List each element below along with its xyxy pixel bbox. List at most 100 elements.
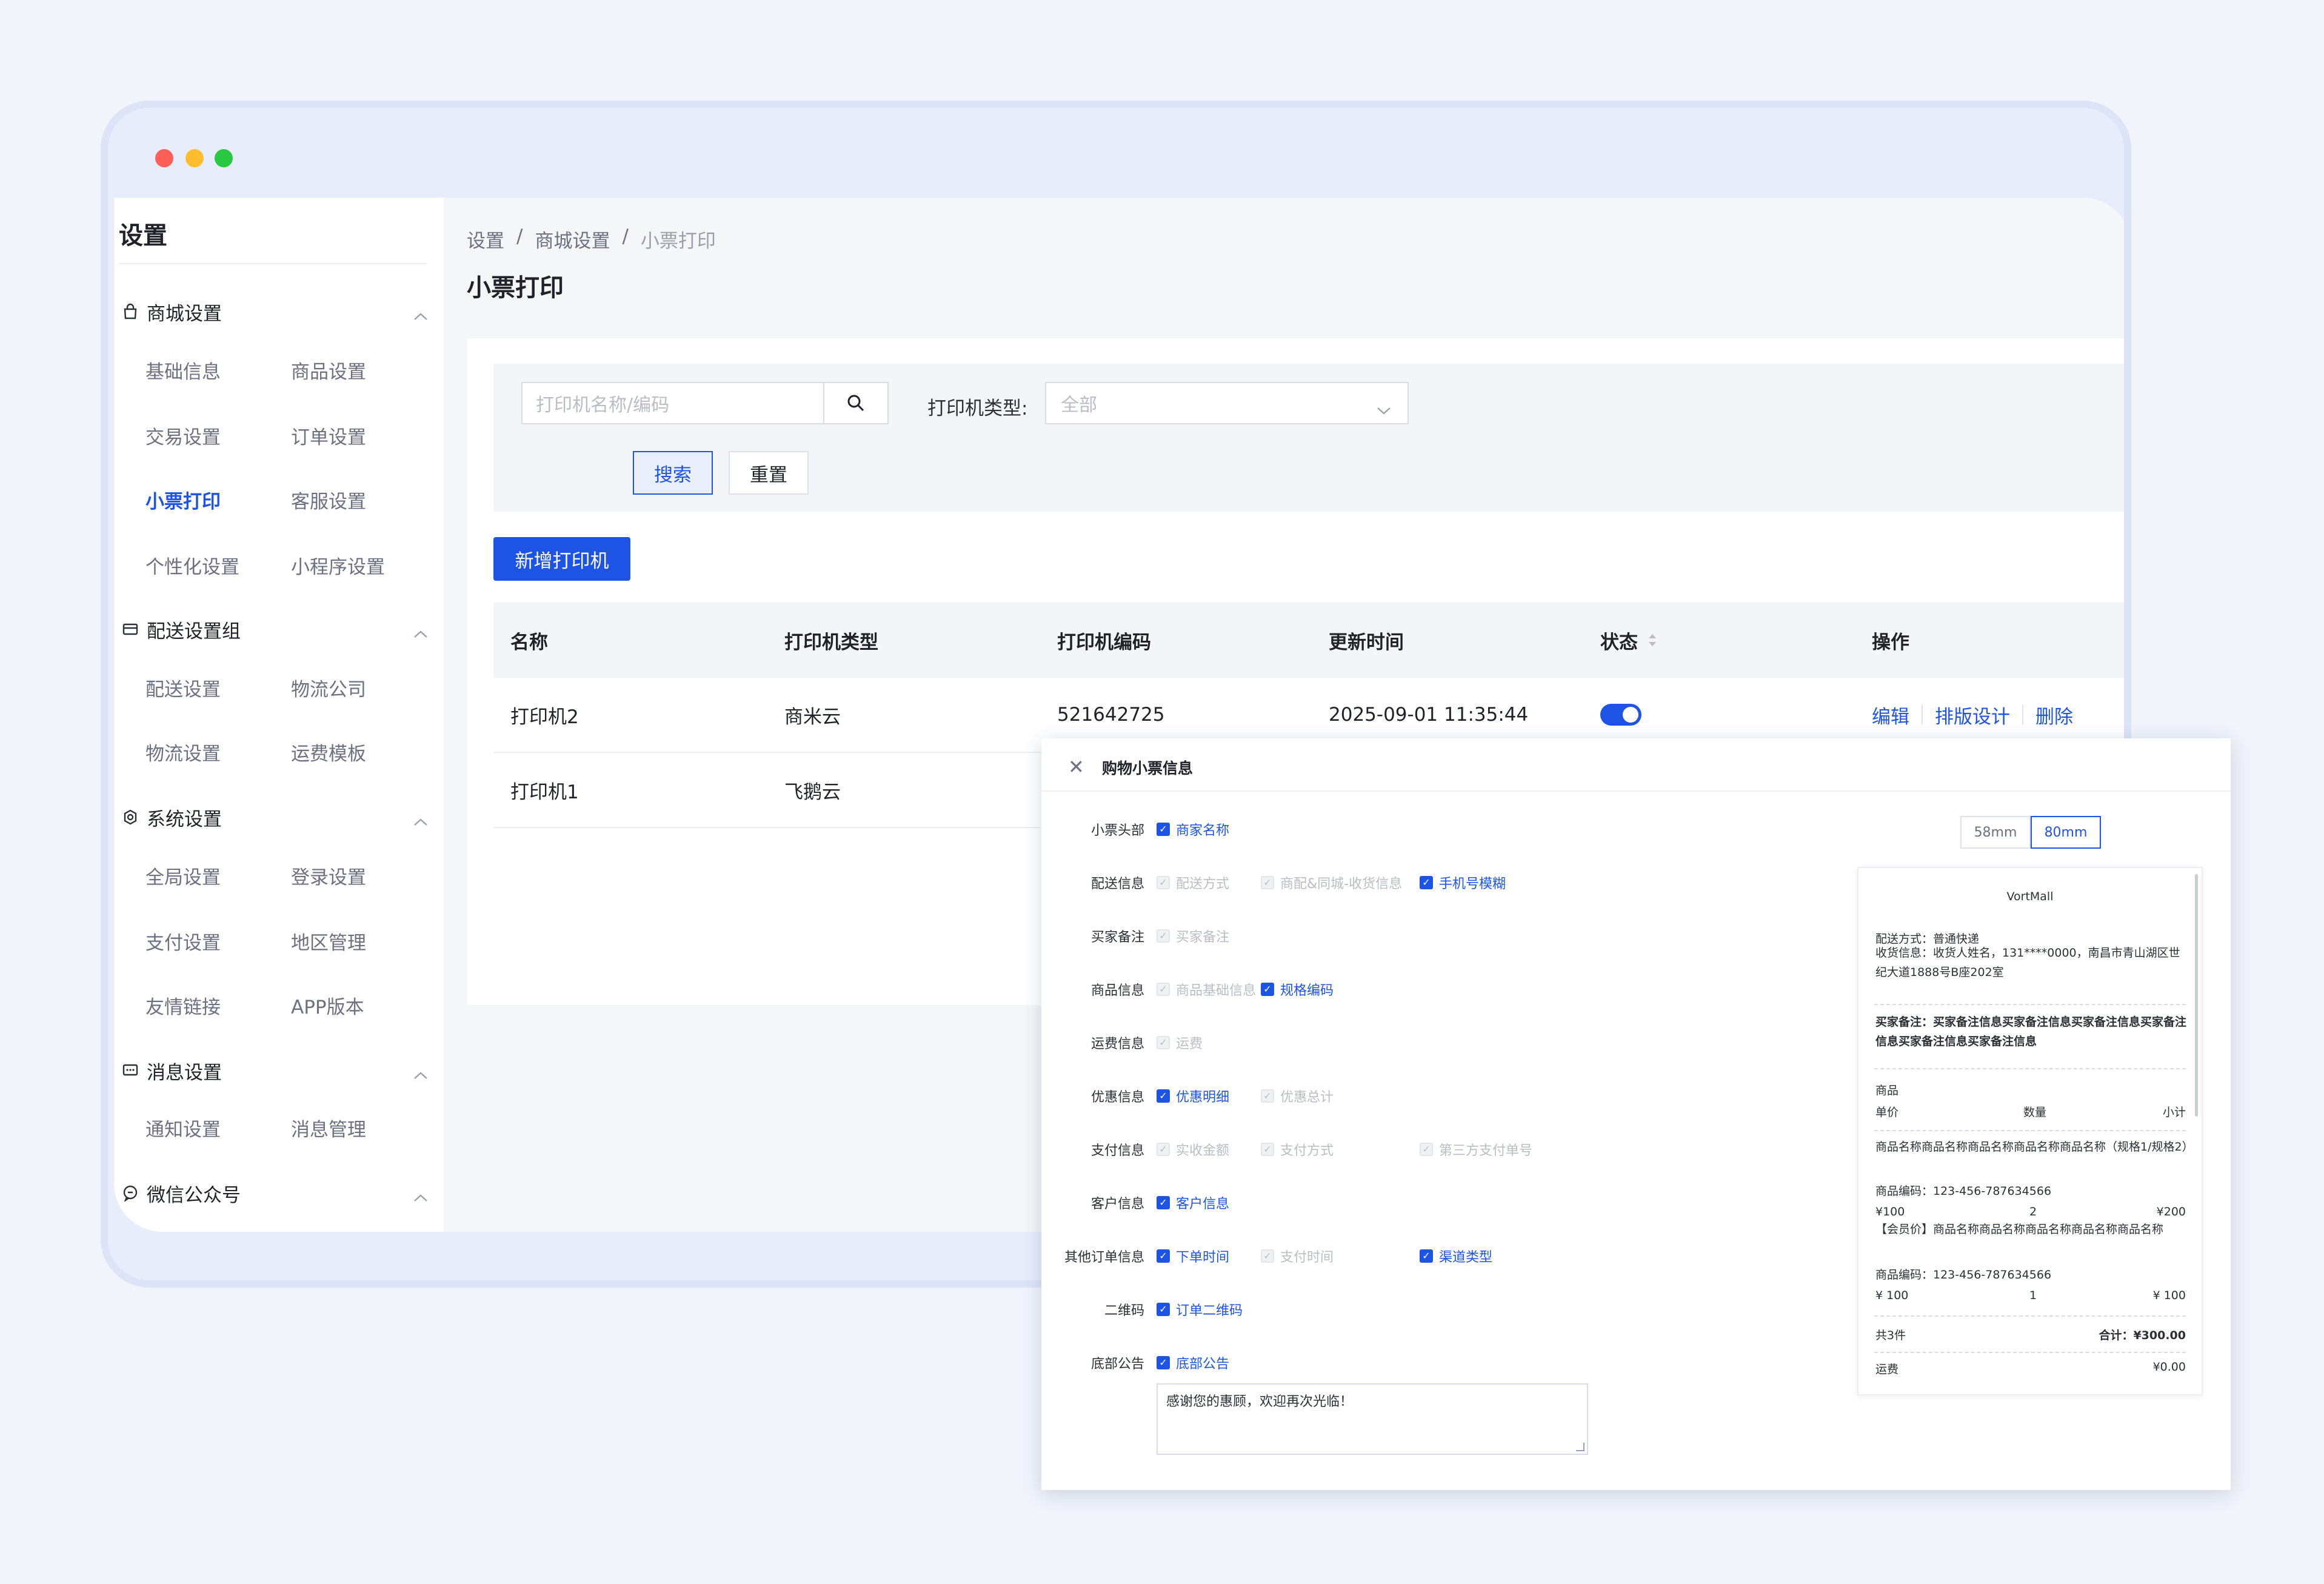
receipt-divider [1874, 1315, 2186, 1317]
receipt-goods-label: 商品 [1875, 1084, 1899, 1097]
sidebar-item-freight-template[interactable]: 运费模板 [291, 738, 366, 766]
option-row-label: 客户信息 [1090, 1197, 1144, 1212]
option-row-label: 其他订单信息 [1064, 1250, 1144, 1265]
option-checkbox[interactable]: ✓ 优惠明细 [1157, 1086, 1229, 1106]
sidebar-item-service-settings[interactable]: 客服设置 [291, 486, 366, 513]
reset-button[interactable]: 重置 [729, 451, 809, 495]
status-toggle[interactable] [1600, 704, 1641, 726]
option-checkbox[interactable]: ✓ 商家名称 [1157, 820, 1229, 839]
sidebar-item-friend-links[interactable]: 友情链接 [145, 992, 221, 1019]
sidebar-group-label: 微信公众号 [147, 1184, 241, 1206]
option-checkbox[interactable]: ✓ 客户信息 [1157, 1193, 1229, 1212]
option-checkbox[interactable]: ✓ 渠道类型 [1420, 1246, 1492, 1266]
shop-icon [120, 301, 141, 322]
popover-header: ✕ 购物小票信息 [1041, 738, 2231, 792]
sidebar-group-message[interactable]: 消息设置 [120, 1052, 429, 1089]
option-checkbox[interactable]: ✓ 底部公告 [1157, 1353, 1229, 1372]
breadcrumb-item[interactable]: 商城设置 [535, 226, 610, 253]
option-checkbox: ✓ 商配&同城-收货信息 [1261, 873, 1402, 892]
sidebar-group-label: 系统设置 [147, 808, 222, 830]
option-checkbox[interactable]: ✓ 订单二维码 [1157, 1300, 1243, 1319]
option-row: 客户信息 ✓ 客户信息 [1041, 1191, 1769, 1215]
option-checkbox: ✓ 支付时间 [1261, 1246, 1334, 1266]
printer-type-select[interactable]: 全部 [1045, 382, 1409, 424]
layout-design-link[interactable]: 排版设计 [1935, 701, 2010, 729]
breadcrumb-item[interactable]: 设置 [467, 226, 504, 253]
page-title: 小票打印 [467, 274, 564, 302]
window-maximize-dot[interactable] [215, 149, 233, 167]
receipt-scrollbar[interactable] [2195, 874, 2198, 1117]
chevron-up-icon [413, 622, 428, 644]
truck-icon [120, 619, 141, 640]
edit-link[interactable]: 编辑 [1872, 701, 1909, 729]
sidebar-group-system[interactable]: 系统设置 [120, 799, 429, 835]
size-80mm-button[interactable]: 80mm [2031, 816, 2101, 849]
option-label: 优惠总计 [1280, 1090, 1334, 1105]
receipt-item-qty: 2 [2029, 1205, 2037, 1218]
option-checkbox[interactable]: ✓ 下单时间 [1157, 1246, 1229, 1266]
resize-handle[interactable] [1576, 1443, 1584, 1451]
breadcrumb-current: 小票打印 [640, 230, 716, 252]
option-label: 手机号模糊 [1439, 877, 1506, 892]
option-checkbox: ✓ 商品基础信息 [1157, 980, 1256, 999]
receipt-item-qty: 1 [2029, 1289, 2037, 1302]
sidebar-item-basic-info[interactable]: 基础信息 [145, 356, 221, 384]
checkbox-check-icon: ✓ [1157, 876, 1170, 889]
sidebar-item-delivery-settings[interactable]: 配送设置 [145, 674, 221, 701]
sidebar-item-notify-settings[interactable]: 通知设置 [145, 1114, 221, 1141]
sidebar-group-wechat[interactable]: 微信公众号 [120, 1175, 429, 1211]
sort-icon[interactable] [1648, 632, 1657, 648]
window-minimize-dot[interactable] [185, 149, 204, 167]
option-label: 买家备注 [1176, 930, 1230, 945]
option-checkbox[interactable]: ✓ 手机号模糊 [1420, 873, 1506, 892]
option-row: 底部公告 ✓ 底部公告 [1041, 1351, 1769, 1375]
bottom-notice-textarea[interactable]: 感谢您的惠顾，欢迎再次光临！ [1157, 1383, 1588, 1455]
chevron-up-icon [413, 1186, 428, 1208]
sidebar-group-delivery[interactable]: 配送设置组 [120, 611, 429, 647]
popover-title: 购物小票信息 [1102, 760, 1194, 777]
receipt-total: 合计：¥300.00 [2099, 1329, 2186, 1342]
sidebar-divider [119, 263, 427, 264]
search-button[interactable]: 搜索 [633, 451, 713, 495]
option-checkbox: ✓ 优惠总计 [1261, 1086, 1334, 1106]
sidebar-item-logistics-company[interactable]: 物流公司 [291, 674, 366, 701]
add-printer-button[interactable]: 新增打印机 [493, 537, 630, 581]
search-input[interactable]: 打印机名称/编码 [521, 382, 824, 424]
sidebar-item-message-management[interactable]: 消息管理 [291, 1114, 366, 1141]
column-header-status[interactable]: 状态 [1600, 603, 1657, 678]
option-label: 商家名称 [1176, 823, 1230, 838]
sidebar-item-order-settings[interactable]: 订单设置 [291, 422, 366, 449]
sidebar-item-trade-settings[interactable]: 交易设置 [145, 422, 221, 449]
sidebar-item-receipt-printing[interactable]: 小票打印 [145, 486, 221, 513]
sidebar-item-region-management[interactable]: 地区管理 [291, 927, 366, 955]
checkbox-check-icon: ✓ [1420, 1249, 1433, 1263]
option-row-label: 优惠信息 [1090, 1090, 1144, 1105]
sidebar-item-goods-settings[interactable]: 商品设置 [291, 356, 366, 384]
sidebar-group-mall[interactable]: 商城设置 [120, 293, 429, 330]
sidebar-item-miniprogram[interactable]: 小程序设置 [291, 552, 385, 579]
sidebar-item-app-version[interactable]: APP版本 [291, 992, 364, 1019]
sidebar-item-payment-settings[interactable]: 支付设置 [145, 927, 221, 955]
option-label: 优惠明细 [1176, 1090, 1230, 1105]
option-row-label: 商品信息 [1090, 983, 1144, 998]
window-close-dot[interactable] [155, 149, 173, 167]
search-icon-button[interactable] [823, 382, 889, 424]
chevron-up-icon [413, 810, 428, 832]
receipt-freight-label: 运费 [1875, 1363, 1899, 1376]
sidebar-item-logistics-settings[interactable]: 物流设置 [145, 738, 221, 766]
close-icon[interactable]: ✕ [1068, 755, 1084, 778]
option-checkbox: ✓ 买家备注 [1157, 926, 1229, 946]
option-row: 支付信息 ✓ 实收金额 ✓ 支付方式 ✓ 第三方支付单号 [1041, 1137, 1769, 1161]
sidebar-item-personalize[interactable]: 个性化设置 [145, 552, 239, 579]
option-checkbox[interactable]: ✓ 规格编码 [1261, 980, 1334, 999]
size-58mm-button[interactable]: 58mm [1960, 816, 2031, 849]
printer-type: 商米云 [784, 706, 841, 728]
printer-name: 打印机2 [510, 706, 579, 728]
receipt-item-subtotal: ¥200 [2156, 1205, 2186, 1218]
receipt-divider [1874, 1352, 2186, 1353]
sidebar-item-login-settings[interactable]: 登录设置 [291, 862, 366, 889]
message-icon [120, 1060, 141, 1081]
sidebar-item-global-settings[interactable]: 全局设置 [145, 862, 221, 889]
delete-link[interactable]: 删除 [2035, 701, 2073, 729]
checkbox-check-icon: ✓ [1420, 876, 1433, 889]
